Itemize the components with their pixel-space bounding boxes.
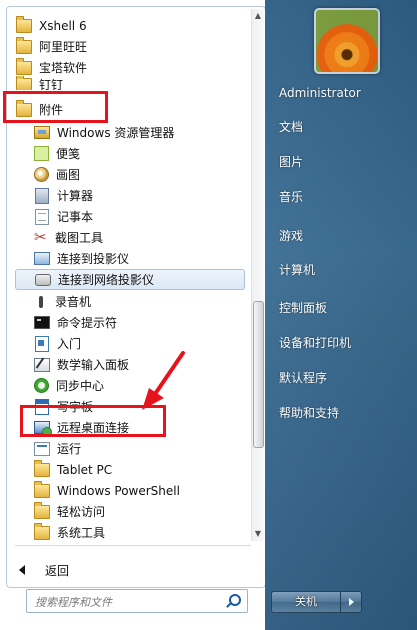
program-label: 录音机 (55, 295, 92, 309)
divider (15, 545, 251, 546)
folder-icon (16, 76, 32, 90)
search-icon[interactable] (229, 594, 241, 606)
program-item-dingtalk[interactable]: 钉钉 (15, 76, 247, 90)
program-label: 系统工具 (57, 526, 106, 540)
search-input[interactable] (33, 592, 222, 612)
program-list-scrollbar[interactable]: ▲ ▼ (251, 9, 264, 541)
folder-icon (34, 501, 50, 519)
place-music[interactable]: 音乐 (279, 186, 303, 208)
folder-icon (16, 15, 32, 33)
place-help-support[interactable]: 帮助和支持 (279, 402, 339, 424)
command-prompt-icon (34, 316, 50, 329)
microphone-icon (39, 295, 43, 308)
snipping-tool-icon (34, 228, 48, 246)
program-label: 连接到投影仪 (57, 252, 130, 266)
math-input-icon (34, 357, 50, 372)
program-item-windows-explorer[interactable]: Windows 资源管理器 (33, 122, 247, 143)
network-projector-icon (35, 273, 51, 286)
program-item-snipping-tool[interactable]: 截图工具 (33, 227, 247, 248)
notepad-icon (35, 208, 49, 225)
place-documents[interactable]: 文档 (279, 116, 303, 138)
back-arrow-icon (19, 565, 25, 575)
program-item-aliwangwang[interactable]: 阿里旺旺 (15, 36, 247, 57)
annotation-box-accessories (3, 91, 108, 123)
scroll-thumb[interactable] (253, 301, 264, 448)
program-label: Windows 资源管理器 (57, 126, 175, 140)
folder-icon (34, 480, 50, 498)
program-label: 钉钉 (39, 78, 64, 90)
program-label: 运行 (57, 442, 82, 456)
place-default-programs[interactable]: 默认程序 (279, 367, 327, 389)
paint-icon (34, 167, 49, 182)
user-name-link[interactable]: Administrator (279, 82, 361, 104)
program-label: 计算器 (57, 189, 94, 203)
program-item-command-prompt[interactable]: 命令提示符 (33, 312, 247, 333)
back-label: 返回 (45, 563, 70, 578)
program-label: 命令提示符 (57, 316, 118, 330)
program-item-run[interactable]: 运行 (33, 438, 247, 459)
projector-icon (34, 252, 50, 265)
program-item-powershell[interactable]: Windows PowerShell (33, 480, 247, 501)
program-label: Xshell 6 (39, 18, 87, 33)
program-item-math-input[interactable]: 数学输入面板 (33, 354, 247, 375)
user-picture[interactable] (314, 8, 380, 74)
program-item-sticky-notes[interactable]: 便笺 (33, 143, 247, 164)
program-item-ease-of-access[interactable]: 轻松访问 (33, 501, 247, 522)
place-devices-printers[interactable]: 设备和打印机 (279, 332, 351, 354)
program-label: 宝塔软件 (39, 61, 88, 75)
place-control-panel[interactable]: 控制面板 (279, 297, 327, 319)
program-label: 便笺 (56, 147, 81, 161)
sync-center-icon (34, 378, 49, 393)
program-item-baota[interactable]: 宝塔软件 (15, 57, 247, 78)
program-label: 画图 (56, 168, 81, 182)
place-computer[interactable]: 计算机 (279, 259, 315, 281)
folder-icon (34, 522, 50, 540)
search-box[interactable] (26, 589, 248, 613)
program-label: 记事本 (57, 210, 94, 224)
program-item-calculator[interactable]: 计算器 (33, 185, 247, 206)
getting-started-icon (35, 335, 49, 352)
place-pictures[interactable]: 图片 (279, 151, 303, 173)
places-pane: Administrator 文档 图片 音乐 游戏 计算机 控制面板 设备和打印… (265, 0, 417, 630)
program-label: 轻松访问 (57, 505, 106, 519)
start-menu: Xshell 6 阿里旺旺 宝塔软件 钉钉 附件 Windows 资源管理器 便… (0, 0, 417, 630)
program-label: 入门 (57, 337, 82, 351)
program-item-system-tools[interactable]: 系统工具 (33, 522, 247, 542)
scroll-up-arrow-icon[interactable]: ▲ (252, 9, 264, 23)
program-label: 数学输入面板 (57, 358, 130, 372)
program-item-sound-recorder[interactable]: 录音机 (33, 291, 247, 312)
explorer-icon (34, 126, 50, 139)
program-label: Windows PowerShell (57, 483, 180, 498)
program-list: Xshell 6 阿里旺旺 宝塔软件 钉钉 附件 Windows 资源管理器 便… (7, 7, 250, 542)
program-label: Tablet PC (57, 462, 113, 477)
program-item-notepad[interactable]: 记事本 (33, 206, 247, 227)
run-icon (34, 441, 50, 456)
program-item-network-projector[interactable]: 连接到网络投影仪 (15, 269, 245, 290)
place-games[interactable]: 游戏 (279, 225, 303, 247)
annotation-box-remote-desktop (20, 405, 166, 437)
program-label: 同步中心 (56, 379, 105, 393)
program-item-tablet-pc[interactable]: Tablet PC (33, 459, 247, 480)
program-item-paint[interactable]: 画图 (33, 164, 247, 185)
sticky-notes-icon (34, 146, 49, 161)
calculator-icon (35, 187, 49, 204)
shutdown-button[interactable]: 关机 (271, 591, 341, 613)
program-item-sync-center[interactable]: 同步中心 (33, 375, 247, 396)
scroll-down-arrow-icon[interactable]: ▼ (252, 527, 264, 541)
back-button[interactable]: 返回 (19, 559, 69, 581)
folder-icon (16, 36, 32, 54)
program-item-xshell[interactable]: Xshell 6 (15, 15, 247, 36)
program-label: 截图工具 (55, 231, 104, 245)
program-label: 连接到网络投影仪 (58, 273, 155, 287)
program-item-connect-projector[interactable]: 连接到投影仪 (33, 248, 247, 269)
program-item-getting-started[interactable]: 入门 (33, 333, 247, 354)
shutdown-options-arrow-icon[interactable] (340, 591, 362, 613)
folder-icon (34, 459, 50, 477)
program-label: 阿里旺旺 (39, 40, 88, 54)
folder-icon (16, 57, 32, 75)
